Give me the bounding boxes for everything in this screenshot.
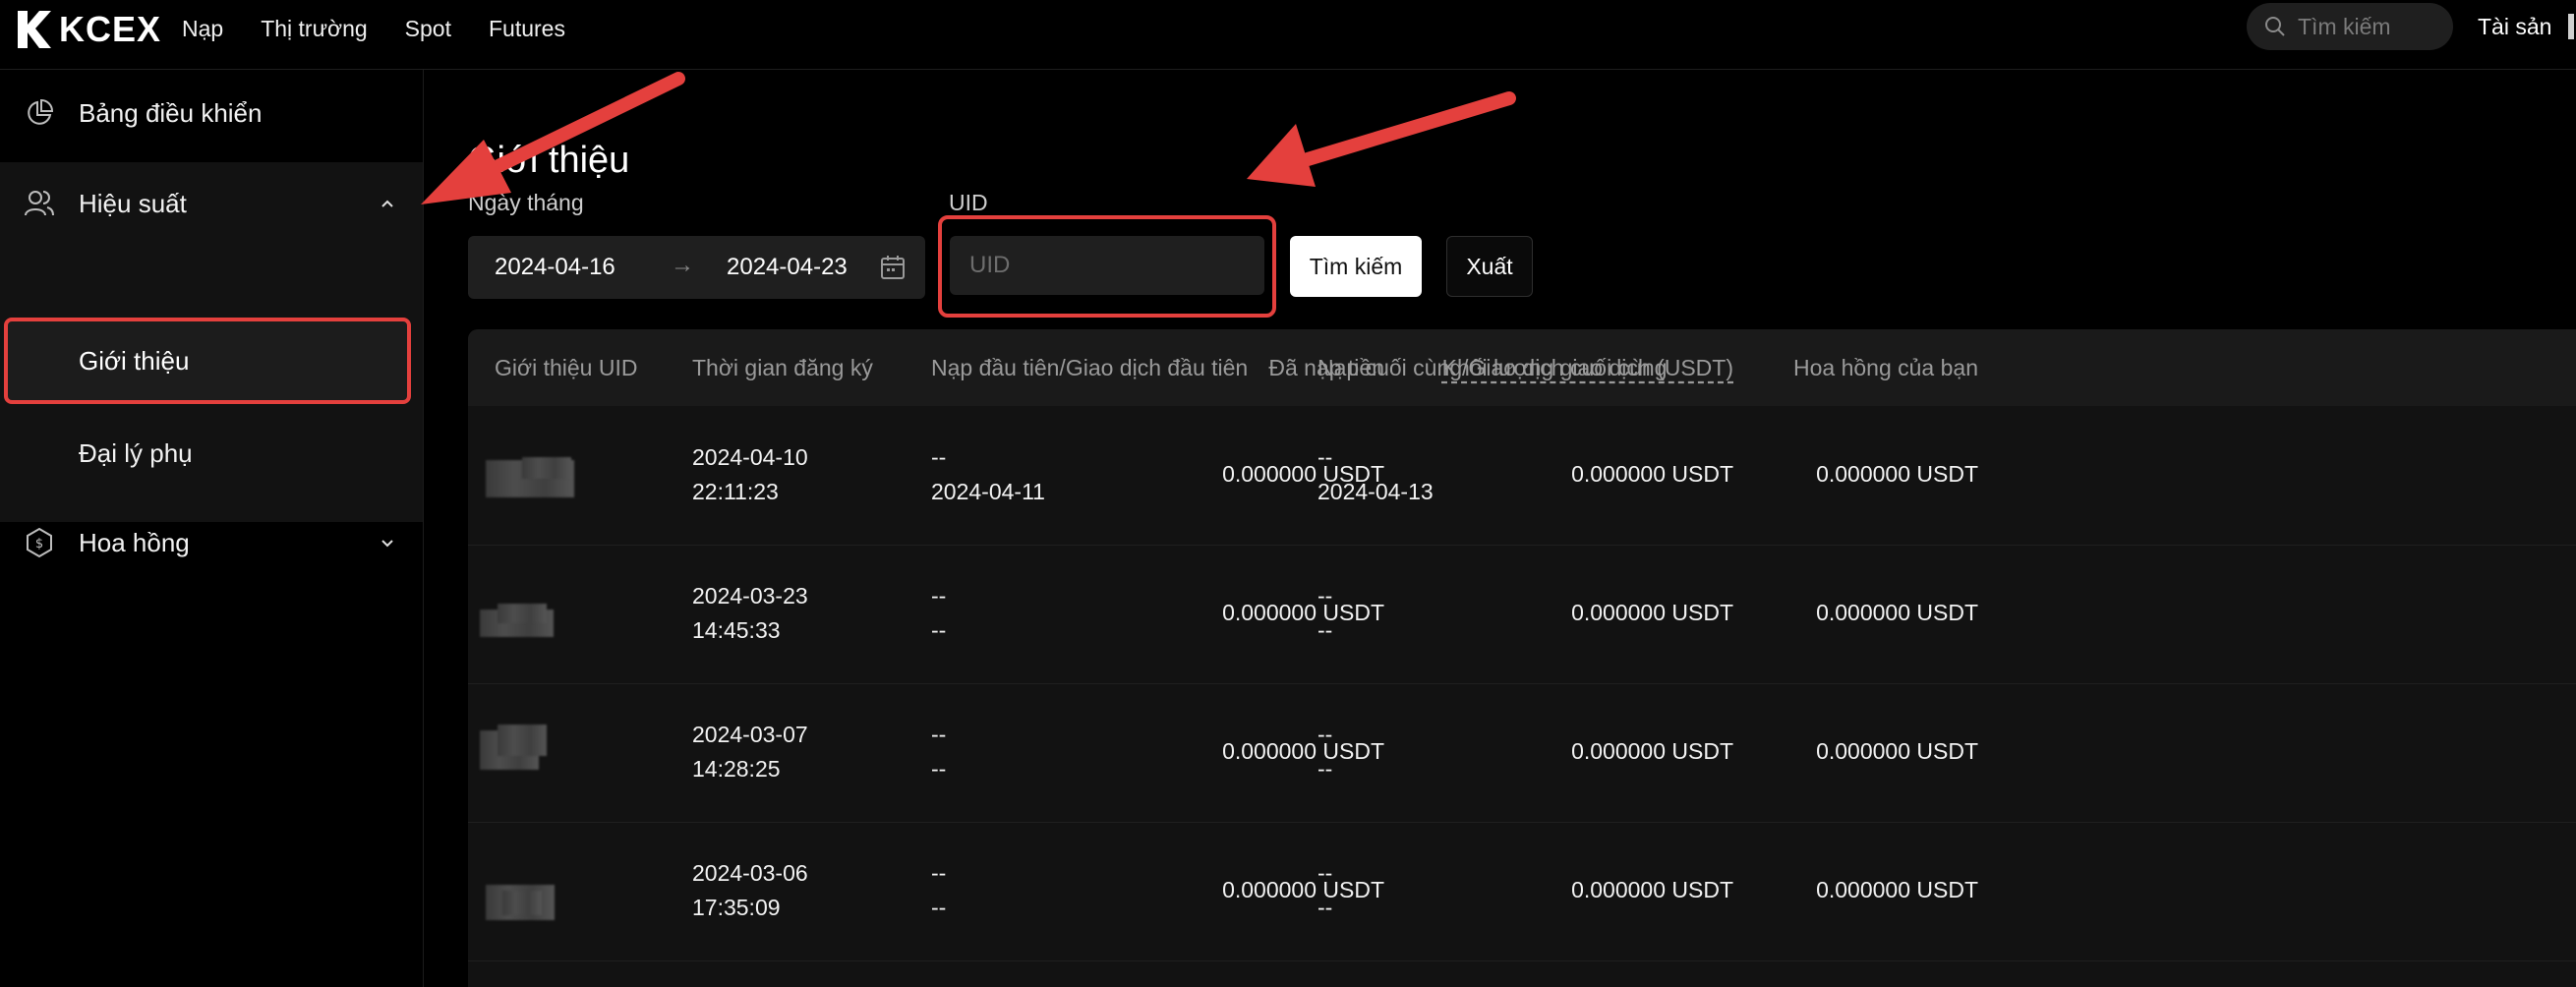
registration-time: 22:11:23 <box>692 479 779 504</box>
date-start[interactable]: 2024-04-16 <box>495 254 615 281</box>
first-trade: -- <box>931 617 947 643</box>
first-deposit-cell: -- -- <box>931 579 946 648</box>
header-search[interactable] <box>2247 3 2453 50</box>
volume-cell: 0.000000 USDT <box>1571 461 1733 487</box>
commission-cell: 0.000000 USDT <box>1816 461 1978 487</box>
main-nav: Nạp Thị trường Spot Futures <box>182 0 603 57</box>
export-button[interactable]: Xuất <box>1446 236 1533 297</box>
nav-markets[interactable]: Thị trường <box>261 16 367 42</box>
registration-time: 17:35:09 <box>692 895 781 920</box>
date-end[interactable]: 2024-04-23 <box>727 254 848 281</box>
redacted-uid <box>522 457 571 479</box>
kcex-logo[interactable]: KCEX <box>14 6 161 53</box>
brand-name: KCEX <box>59 9 162 49</box>
deposited-cell: 0.000000 USDT <box>1222 877 1384 902</box>
sidebar-item-dashboard[interactable]: Bảng điều khiển <box>0 70 423 156</box>
first-deposit-cell: -- 2024-04-11 <box>931 440 1045 509</box>
uid-input[interactable] <box>950 236 1264 295</box>
first-trade: -- <box>931 756 947 782</box>
uid-filter-label: UID <box>949 190 988 215</box>
first-deposit-cell: -- -- <box>931 718 946 786</box>
users-icon <box>25 191 54 216</box>
deposited-cell: 0.000000 USDT <box>1222 600 1384 625</box>
registration-cell: 2024-03-07 14:28:25 <box>692 718 808 786</box>
nav-spot[interactable]: Spot <box>405 16 451 42</box>
header-your-commission: Hoa hồng của bạn <box>1793 355 1978 380</box>
registration-cell: 2024-03-06 17:35:09 <box>692 856 808 925</box>
coin-icon: $ <box>27 527 52 558</box>
table-row: 2024-03-23 14:45:33 -- -- -- -- 0.000000… <box>468 545 2576 684</box>
header-first-deposit-trade: Nạp đầu tiên/Giao dịch đầu tiên <box>931 355 1249 380</box>
commission-cell: 0.000000 USDT <box>1816 738 1978 764</box>
registration-time: 14:45:33 <box>692 617 781 643</box>
registration-date: 2024-03-07 <box>692 722 808 747</box>
search-icon <box>2265 17 2285 36</box>
header-search-input[interactable] <box>2296 12 2447 41</box>
table-row: 2024-03-07 14:28:25 -- -- -- -- 0.000000… <box>468 683 2576 823</box>
first-deposit: -- <box>931 860 947 886</box>
pie-chart-icon <box>28 98 54 125</box>
volume-cell: 0.000000 USDT <box>1571 877 1733 902</box>
sidebar-item-sub-agent[interactable]: Đại lý phụ <box>0 410 423 496</box>
nav-futures[interactable]: Futures <box>489 16 565 42</box>
chevron-down-icon <box>381 540 393 548</box>
sidebar-item-label: Bảng điều khiển <box>79 97 263 128</box>
registration-date: 2024-03-23 <box>692 583 808 609</box>
commission-cell: 0.000000 USDT <box>1816 600 1978 625</box>
search-button[interactable]: Tìm kiếm <box>1290 236 1422 297</box>
first-trade: 2024-04-11 <box>931 479 1045 504</box>
date-range-picker[interactable]: 2024-04-16 → 2024-04-23 <box>468 236 925 299</box>
calendar-icon <box>881 256 905 279</box>
sidebar-item-performance[interactable]: Hiệu suất <box>0 160 423 247</box>
referral-table: Giới thiệu UID Thời gian đăng ký Nạp đầu… <box>468 329 2576 987</box>
sidebar-item-referral[interactable]: Giới thiệu <box>8 321 407 400</box>
header-registration-time: Thời gian đăng ký <box>692 355 873 380</box>
chevron-up-icon <box>381 200 393 207</box>
sidebar-item-label: Giới thiệu <box>79 345 190 376</box>
registration-date: 2024-04-10 <box>692 444 808 470</box>
registration-date: 2024-03-06 <box>692 860 808 886</box>
kcex-logo-icon <box>18 11 51 48</box>
annotation-arrow-to-uid <box>1247 91 1516 187</box>
truncated-menu-edge <box>2568 14 2574 39</box>
nav-deposit[interactable]: Nạp <box>182 16 223 42</box>
volume-cell: 0.000000 USDT <box>1571 738 1733 764</box>
top-bar: KCEX Nạp Thị trường Spot Futures Tài sản <box>0 0 2576 70</box>
svg-text:$: $ <box>35 537 43 552</box>
page-title: Giới thiệu <box>468 140 630 182</box>
table-header: Giới thiệu UID Thời gian đăng ký Nạp đầu… <box>468 329 2576 406</box>
registration-time: 14:28:25 <box>692 756 781 782</box>
table-row: 2024-03-06 17:35:09 -- -- -- -- 0.000000… <box>468 822 2576 961</box>
registration-cell: 2024-04-10 22:11:23 <box>692 440 808 509</box>
deposited-cell: 0.000000 USDT <box>1222 738 1384 764</box>
table-row: 2024-04-10 22:11:23 -- 2024-04-11 -- 202… <box>468 406 2576 546</box>
sidebar-item-label: Hiệu suất <box>79 188 187 218</box>
deposited-cell: 0.000000 USDT <box>1222 461 1384 487</box>
sidebar: Bảng điều khiển Hiệu suất Giới thiệu Đại… <box>0 70 424 987</box>
sidebar-item-label: Đại lý phụ <box>79 437 193 468</box>
date-filter-label: Ngày tháng <box>468 190 584 215</box>
redacted-uid <box>502 891 542 915</box>
commission-cell: 0.000000 USDT <box>1816 877 1978 902</box>
redacted-uid <box>498 604 547 623</box>
first-deposit: -- <box>931 444 947 470</box>
sidebar-item-commission[interactable]: $ Hoa hồng <box>0 499 423 586</box>
assets-menu[interactable]: Tài sản <box>2478 14 2551 40</box>
first-deposit: -- <box>931 722 947 747</box>
first-trade: -- <box>931 895 947 920</box>
first-deposit: -- <box>931 583 947 609</box>
first-deposit-cell: -- -- <box>931 856 946 925</box>
redacted-uid <box>498 725 547 756</box>
registration-cell: 2024-03-23 14:45:33 <box>692 579 808 648</box>
header-trading-volume[interactable]: Khối lượng giao dịch (USDT) <box>1442 355 1733 381</box>
volume-cell: 0.000000 USDT <box>1571 600 1733 625</box>
sidebar-item-label: Hoa hồng <box>79 527 190 557</box>
arrow-right-icon: → <box>671 252 694 278</box>
header-referral-uid: Giới thiệu UID <box>495 355 638 380</box>
header-deposited: Đã nạp tiền <box>1268 355 1384 380</box>
